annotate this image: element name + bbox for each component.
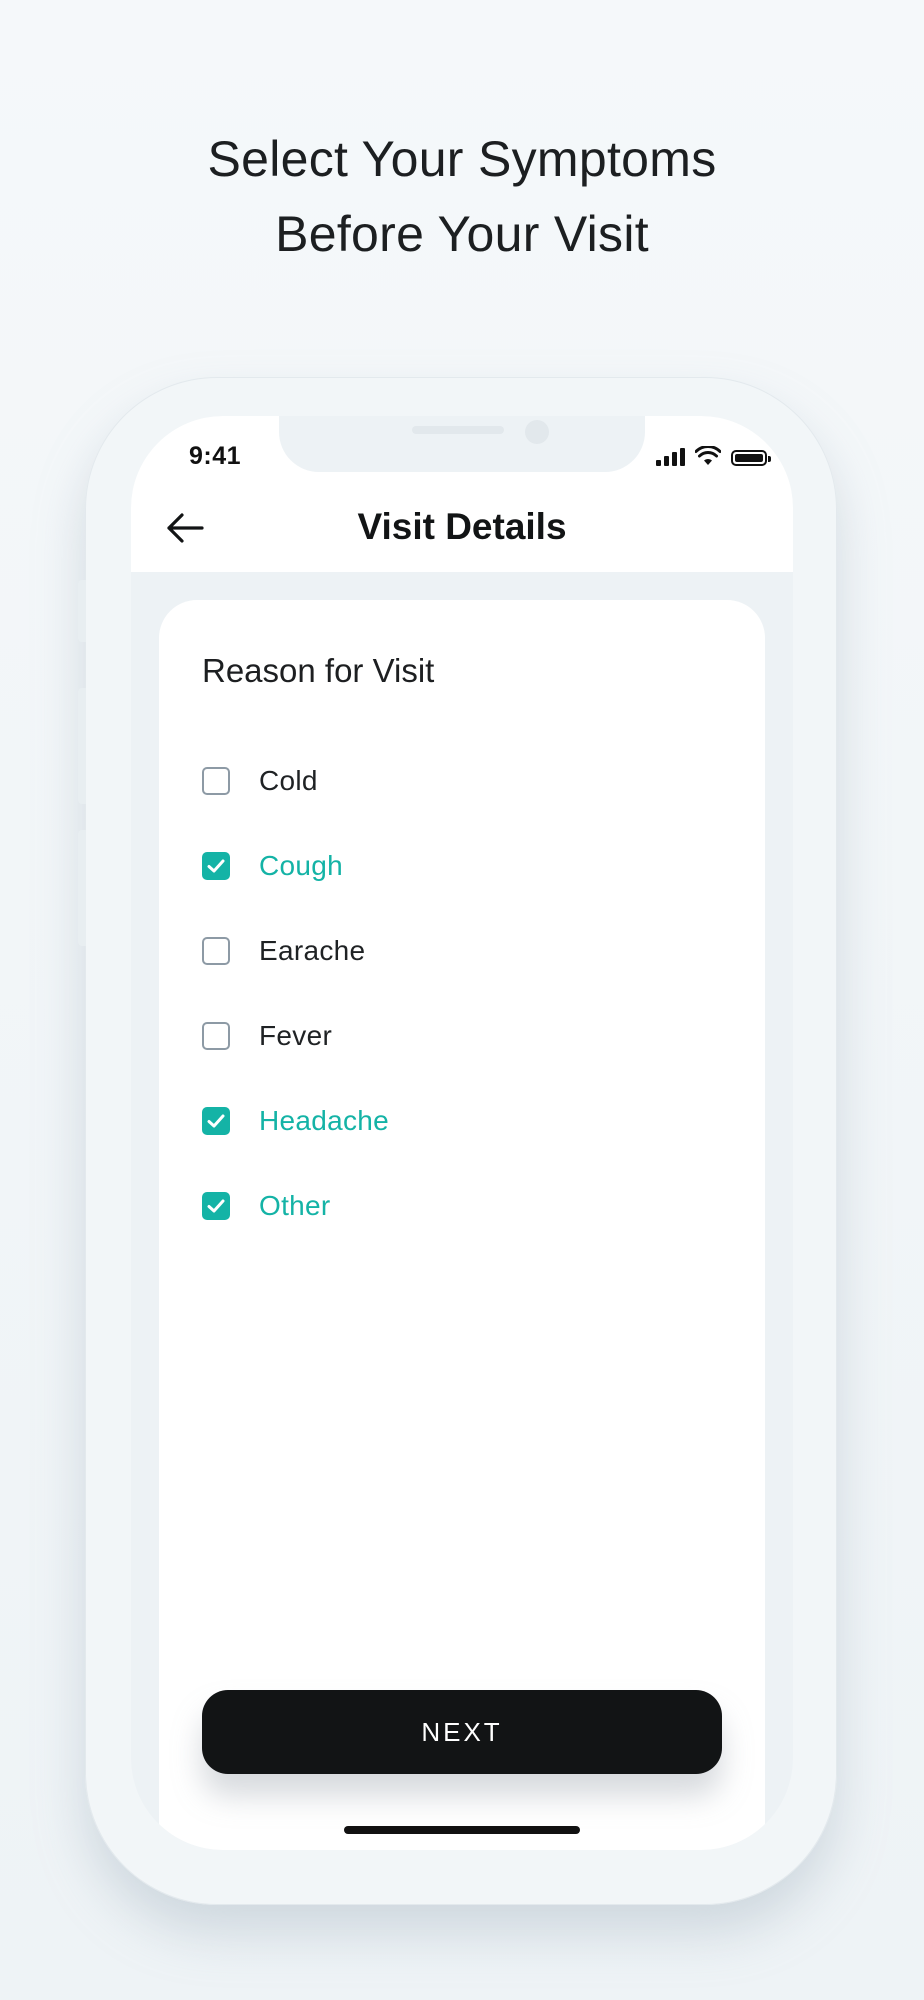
checkbox[interactable] [202,767,230,795]
phone-notch [279,416,645,472]
option-label: Fever [259,1020,333,1051]
option-fever[interactable]: Fever [202,1016,332,1056]
headline-line-2: Before Your Visit [275,206,649,262]
phone-volume-down-button [78,830,86,946]
option-label: Cough [259,850,344,881]
checkbox[interactable] [202,1022,230,1050]
option-cough[interactable]: Cough [202,846,343,886]
reason-card: Reason for Visit Cold Cough Earache Feve… [159,600,765,1850]
section-title: Reason for Visit [202,652,435,689]
next-button[interactable]: NEXT [202,1690,722,1774]
checkmark-icon [207,1199,225,1213]
wifi-icon [695,446,721,465]
home-indicator [344,1826,580,1834]
option-label: Earache [259,935,366,966]
status-time: 9:41 [189,442,242,470]
status-icons [656,446,771,466]
checkmark-icon [207,859,225,873]
page-title: Visit Details [357,506,567,547]
option-earache[interactable]: Earache [202,931,365,971]
option-label: Other [259,1190,331,1221]
headline-line-1: Select Your Symptoms [207,131,717,187]
battery-icon [731,450,771,466]
phone-volume-up-button [78,688,86,804]
checkbox[interactable] [202,1107,230,1135]
checkbox[interactable] [202,852,230,880]
option-other[interactable]: Other [202,1186,331,1226]
promo-headline: Select Your Symptoms Before Your Visit [0,122,924,272]
option-label: Cold [259,765,318,796]
option-headache[interactable]: Headache [202,1101,389,1141]
option-label: Headache [259,1105,390,1136]
checkbox[interactable] [202,937,230,965]
option-cold[interactable]: Cold [202,761,318,801]
signal-icon [656,448,685,466]
checkbox[interactable] [202,1192,230,1220]
front-camera [525,420,549,444]
checkmark-icon [207,1114,225,1128]
phone-screen: 9:41 Visit Details Reason for Visit Cold… [131,416,793,1850]
phone-side-button [78,580,86,642]
speaker-grille [412,426,504,434]
